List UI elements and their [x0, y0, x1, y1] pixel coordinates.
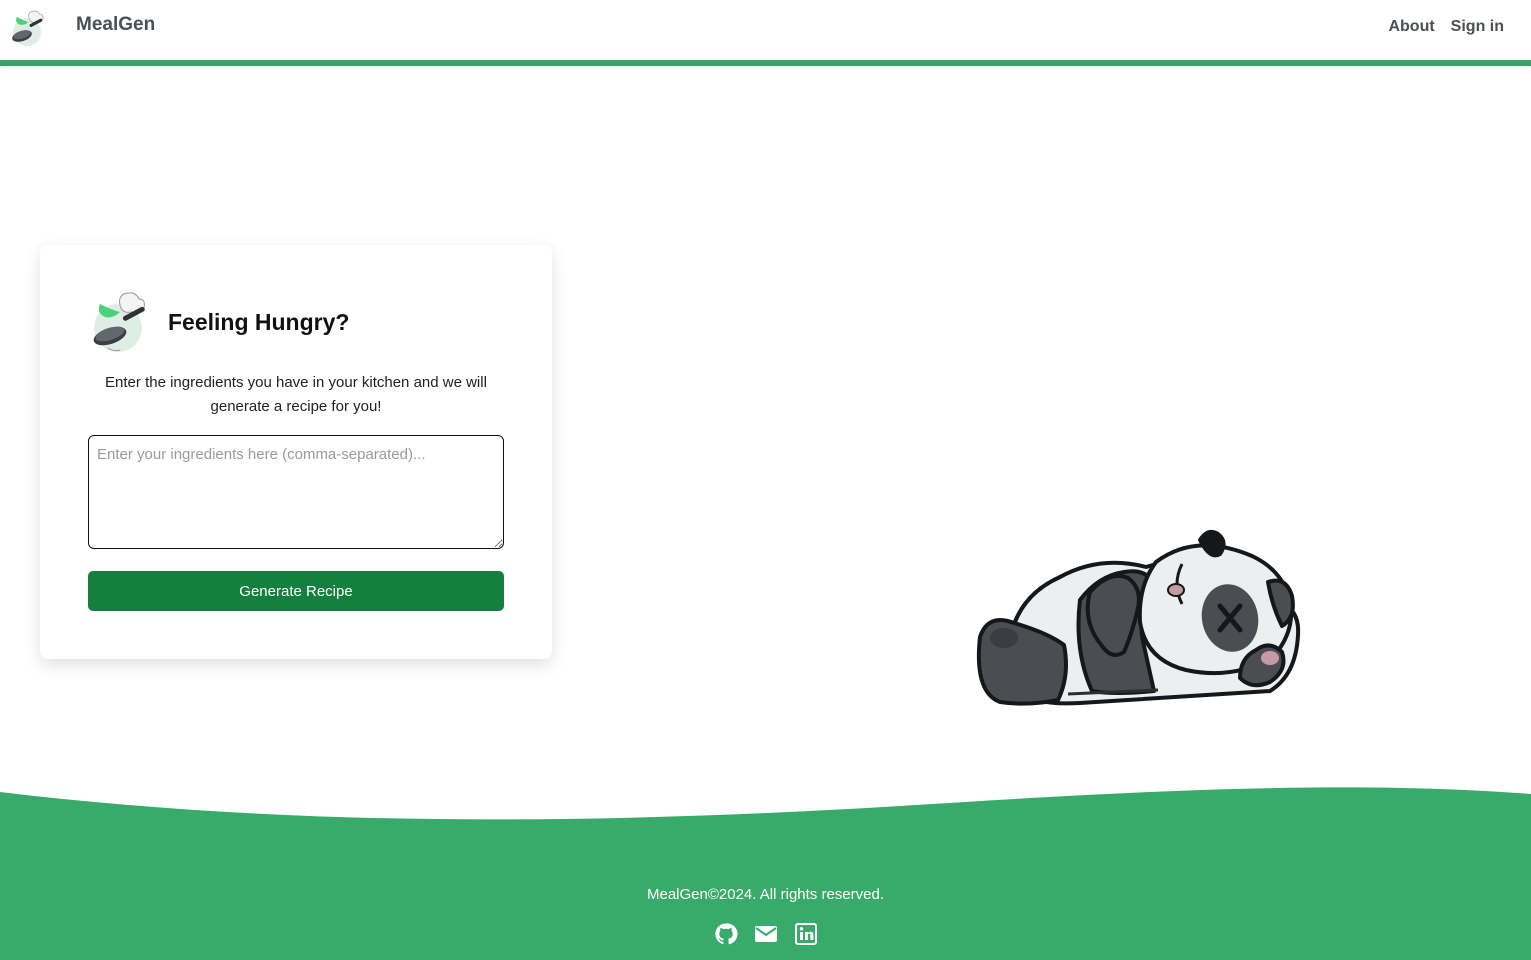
card-title: Feeling Hungry?	[168, 309, 350, 335]
nav-about-link[interactable]: About	[1388, 18, 1434, 36]
nav-sign-in-link[interactable]: Sign in	[1451, 18, 1504, 36]
linkedin-icon[interactable]	[794, 922, 818, 946]
brand-name[interactable]: MealGen	[76, 14, 155, 36]
recipe-card: Feeling Hungry? Enter the ingredients yo…	[40, 245, 552, 659]
github-icon[interactable]	[714, 922, 738, 946]
pan-icon	[93, 292, 145, 352]
generate-recipe-button[interactable]: Generate Recipe	[88, 571, 504, 611]
ingredients-input[interactable]	[88, 435, 504, 549]
card-description: Enter the ingredients you have in your k…	[105, 374, 487, 415]
nav-links: About Sign in	[1388, 18, 1504, 36]
sleeping-panda-illustration	[976, 530, 1301, 706]
pan-icon[interactable]	[8, 8, 50, 50]
footer-copyright: MealGen©2024. All rights reserved.	[646, 886, 884, 903]
footer-social-links	[0, 922, 1531, 946]
mail-icon[interactable]	[754, 922, 778, 946]
navbar: MealGen About Sign in	[0, 0, 1531, 66]
